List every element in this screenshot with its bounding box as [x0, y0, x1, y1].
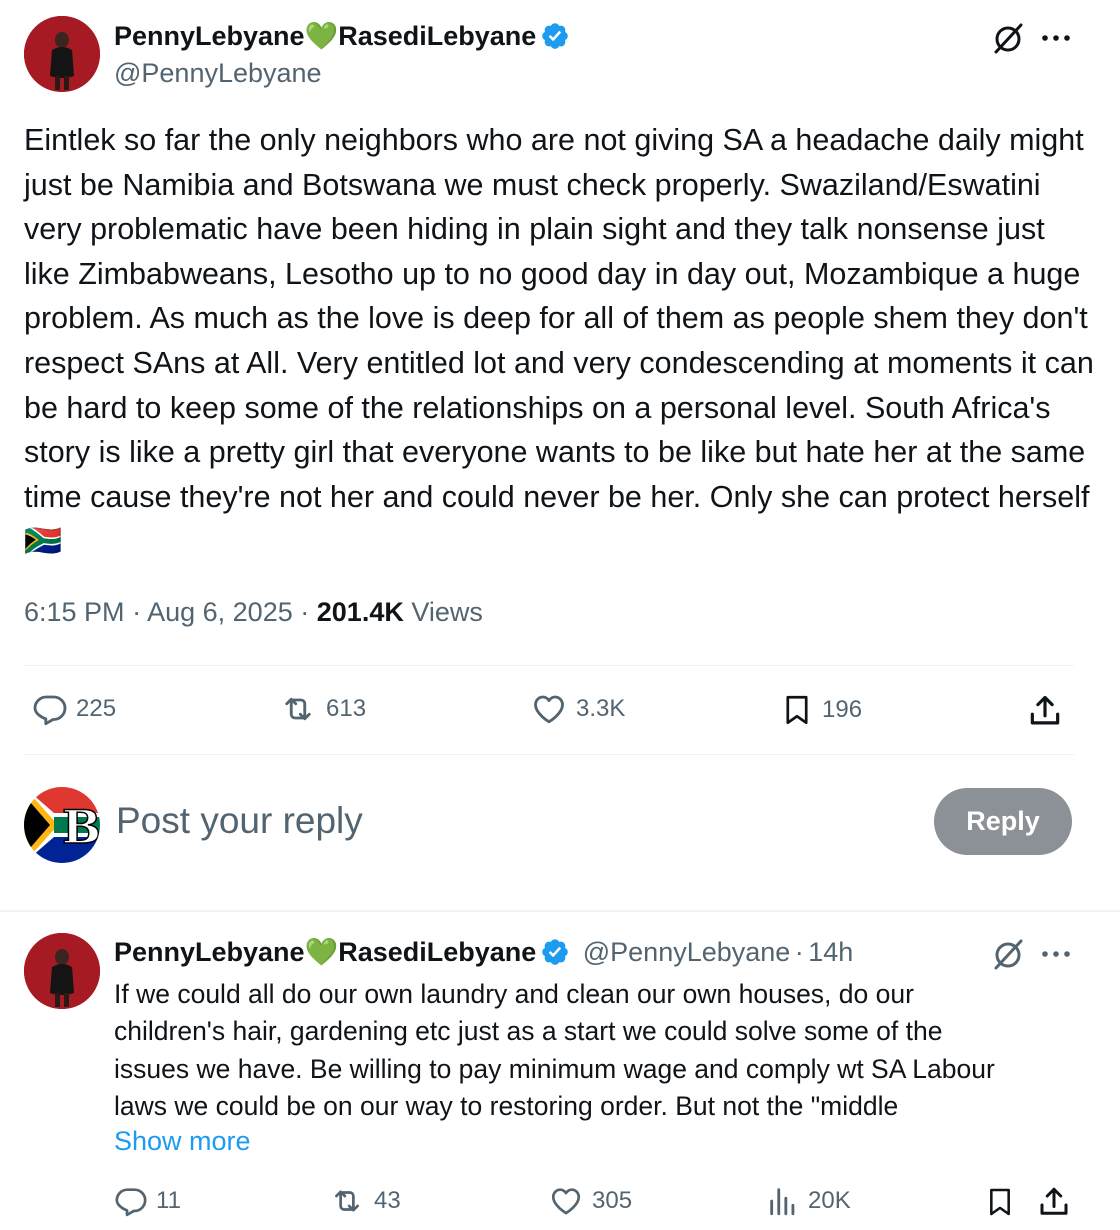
repost-button[interactable]: 43	[328, 1184, 401, 1218]
post-date[interactable]: Aug 6, 2025	[147, 597, 293, 627]
author-name-second: RasediLebyane	[338, 21, 537, 51]
author-name-first: PennyLebyane	[114, 937, 305, 967]
repost-icon	[285, 697, 311, 721]
like-icon	[551, 1188, 581, 1215]
like-button[interactable]: 3.3K	[530, 691, 625, 727]
views-icon	[770, 1188, 795, 1216]
meta-separator: ·	[794, 937, 804, 967]
like-count: 305	[592, 1187, 633, 1214]
reply-button[interactable]: 11	[114, 1184, 181, 1218]
author-handle[interactable]: @PennyLebyane	[114, 58, 322, 89]
bookmark-icon	[786, 695, 808, 725]
verified-badge-icon	[542, 939, 569, 965]
reply-count: 11	[156, 1187, 181, 1214]
reply-text-line: If we could all do our own laundry and c…	[114, 979, 914, 1009]
reply-author-row: PennyLebyane💚RasediLebyane @PennyLebyane…	[114, 936, 853, 968]
views-count: 201.4K	[316, 597, 404, 627]
bookmark-icon	[990, 1188, 1010, 1216]
share-button[interactable]	[1036, 1184, 1072, 1225]
like-button[interactable]: 305	[548, 1184, 632, 1218]
user-avatar[interactable]: B	[24, 787, 100, 863]
meta-separator: ·	[132, 597, 142, 627]
reply-post-text: If we could all do our own laundry and c…	[114, 976, 1084, 1125]
views-button[interactable]: 20K	[766, 1184, 851, 1218]
share-icon	[1040, 1187, 1068, 1215]
grok-icon[interactable]	[990, 936, 1026, 972]
more-icon[interactable]	[1040, 24, 1072, 52]
reply-text-line: laws we could be on our way to restoring…	[114, 1090, 899, 1121]
views-label: Views	[411, 597, 483, 627]
avatar-photo	[24, 16, 100, 92]
author-name-first: PennyLebyane	[114, 21, 305, 51]
meta-separator: ·	[300, 597, 310, 627]
reply-time[interactable]: 14h	[808, 937, 853, 967]
svg-text:B: B	[62, 800, 100, 854]
more-icon[interactable]	[1040, 940, 1072, 968]
repost-icon	[335, 1190, 359, 1212]
reply-submit-button[interactable]: Reply	[934, 788, 1072, 855]
south-africa-b-logo: B	[24, 787, 100, 863]
reply-button[interactable]: 225	[32, 691, 116, 727]
like-count: 3.3K	[576, 695, 626, 722]
reply-text-line: issues we have. Be willing to pay minimu…	[114, 1053, 995, 1084]
views-count: 20K	[808, 1187, 851, 1214]
avatar-photo	[24, 933, 100, 1009]
bookmark-button[interactable]	[984, 1185, 1016, 1224]
author-name-second: RasediLebyane	[338, 937, 537, 967]
reply-icon	[33, 695, 67, 726]
author-name[interactable]: PennyLebyane💚RasediLebyane	[114, 20, 570, 52]
repost-count: 43	[374, 1187, 401, 1214]
share-button[interactable]	[1026, 692, 1064, 735]
grok-icon[interactable]	[990, 20, 1026, 56]
reply-input[interactable]: Post your reply	[116, 800, 363, 842]
green-heart-emoji: 💚	[304, 937, 339, 967]
verified-badge-icon	[542, 23, 569, 49]
show-more-link[interactable]: Show more	[114, 1126, 251, 1157]
repost-button[interactable]: 613	[278, 691, 366, 727]
post-metadata: 6:15 PM · Aug 6, 2025 · 201.4K Views	[24, 597, 483, 628]
repost-count: 613	[326, 695, 367, 722]
author-avatar[interactable]	[24, 16, 100, 92]
bookmark-count: 196	[822, 696, 863, 723]
bookmark-button[interactable]: 196	[780, 691, 862, 729]
like-icon	[534, 695, 564, 724]
reply-author-handle[interactable]: @PennyLebyane	[583, 937, 791, 967]
divider	[24, 754, 1074, 755]
reply-text-line: children's hair, gardening etc just as a…	[114, 1016, 943, 1047]
post-text-body: Eintlek so far the only neighbors who ar…	[24, 123, 1094, 514]
reply-icon	[115, 1188, 147, 1217]
green-heart-emoji: 💚	[304, 21, 339, 51]
post-text: Eintlek so far the only neighbors who ar…	[24, 118, 1096, 564]
reply-count: 225	[76, 695, 117, 722]
reply-author-avatar[interactable]	[24, 933, 100, 1009]
divider	[24, 665, 1074, 666]
reply-author-name[interactable]: PennyLebyane💚RasediLebyane	[114, 937, 536, 967]
share-icon	[1030, 695, 1060, 725]
south-africa-flag-emoji: 🇿🇦	[24, 524, 62, 559]
section-divider	[0, 910, 1120, 912]
post-time[interactable]: 6:15 PM	[24, 597, 125, 627]
